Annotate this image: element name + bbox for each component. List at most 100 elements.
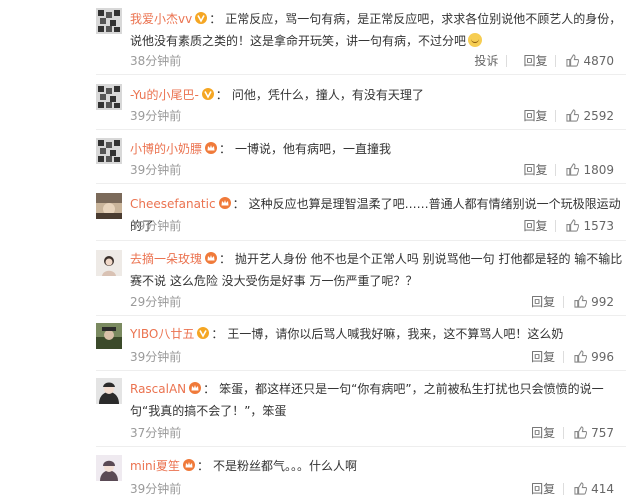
action-divider: [506, 54, 508, 67]
report-button[interactable]: 投诉: [474, 52, 498, 69]
like-count: 1573: [583, 218, 614, 233]
comment-content: mini夏笙：不是粉丝都气。。。什么人啊: [130, 459, 357, 473]
avatar[interactable]: [96, 84, 122, 110]
reply-button[interactable]: 回复: [523, 161, 547, 178]
comment-actions: 回复 757: [515, 424, 614, 441]
like-count: 1809: [583, 162, 614, 177]
vip-v-badge-icon[interactable]: [201, 88, 214, 100]
thumbs-up-icon: [566, 54, 580, 67]
comment-content: RascalAN：笨蛋，都这样还只是一句“你有病吧”，之前被私生打扰也只会愤愤的…: [130, 382, 604, 418]
thumbs-up-icon: [574, 426, 588, 439]
like-count: 996: [591, 349, 614, 364]
comment-content: 去摘一朵玫瑰：抛开艺人身份 他不也是个正常人吗 别说骂他一句 打他都是轻的 输不…: [130, 252, 623, 288]
comment-text: 问他，凭什么，撞人，有没有天理了: [231, 88, 424, 102]
like-button[interactable]: 2592: [566, 109, 614, 123]
like-count: 414: [591, 481, 614, 496]
reply-button[interactable]: 回复: [531, 424, 555, 441]
comment-text: 不是粉丝都气。。。什么人啊: [212, 459, 357, 473]
username[interactable]: -Yu的小尾巴-: [130, 88, 199, 102]
like-count: 757: [591, 425, 614, 440]
username[interactable]: YIBO八廿五: [130, 327, 194, 341]
comment-time: 39分钟前: [130, 163, 182, 177]
username[interactable]: mini夏笙: [130, 459, 180, 473]
thumbs-up-icon: [574, 295, 588, 308]
action-divider: [563, 426, 565, 439]
thumbs-up-icon: [566, 219, 580, 232]
like-button[interactable]: 1573: [566, 219, 614, 233]
comment-text: 一博说，他有病吧，一直撞我: [235, 142, 392, 156]
like-button[interactable]: 992: [574, 295, 614, 309]
username[interactable]: 去摘一朵玫瑰: [130, 252, 202, 266]
comment-content: 小博的小奶膘：一博说，他有病吧，一直撞我: [130, 142, 392, 156]
comment-actions: 回复 1573: [507, 217, 614, 234]
comment-content: YIBO八廿五：王一博，请你以后骂人喊我好嘛，我来，这不算骂人吧！这么奶: [130, 327, 564, 341]
like-count: 4870: [583, 53, 614, 68]
thumbs-up-icon: [574, 482, 588, 495]
like-button[interactable]: 996: [574, 350, 614, 364]
comment-actions: 回复 992: [515, 293, 614, 310]
divider: [96, 74, 626, 75]
avatar[interactable]: [96, 323, 122, 349]
divider: [96, 183, 626, 184]
action-divider: [555, 219, 557, 232]
fan-crown-badge-icon[interactable]: [205, 252, 218, 264]
divider: [96, 315, 626, 316]
comment-actions: 回复 2592: [507, 107, 614, 124]
username[interactable]: 我爱小杰vv: [130, 12, 192, 26]
avatar[interactable]: [96, 138, 122, 164]
reply-button[interactable]: 回复: [531, 480, 555, 497]
vip-v-badge-icon[interactable]: [197, 327, 210, 339]
fan-crown-badge-icon[interactable]: [218, 197, 231, 209]
action-divider: [555, 163, 557, 176]
like-count: 992: [591, 294, 614, 309]
divider: [96, 446, 626, 447]
comment-text: 抛开艺人身份 他不也是个正常人吗 别说骂他一句 打他都是轻的 输不输比赛不说 这…: [130, 252, 623, 288]
comment-content: -Yu的小尾巴-：问他，凭什么，撞人，有没有天理了: [130, 88, 424, 102]
comment-content: 我爱小杰vv：正常反应，骂一句有病，是正常反应吧，求求各位别说他不顾艺人的身份，…: [130, 12, 622, 48]
reply-button[interactable]: 回复: [523, 107, 547, 124]
avatar[interactable]: [96, 193, 122, 219]
comment-text: 王一博，请你以后骂人喊我好嘛，我来，这不算骂人吧！这么奶: [227, 327, 564, 341]
like-button[interactable]: 414: [574, 482, 614, 496]
username[interactable]: RascalAN: [130, 382, 186, 396]
action-divider: [555, 109, 557, 122]
thumbs-up-icon: [574, 350, 588, 363]
avatar[interactable]: [96, 8, 122, 34]
avatar[interactable]: [96, 250, 122, 276]
reply-button[interactable]: 回复: [531, 293, 555, 310]
fan-crown-badge-icon[interactable]: [189, 382, 202, 394]
action-divider: [555, 54, 557, 67]
comment-time: 37分钟前: [130, 426, 182, 440]
divider: [96, 370, 626, 371]
divider: [96, 129, 626, 130]
like-button[interactable]: 1809: [566, 163, 614, 177]
action-divider: [563, 350, 565, 363]
fan-crown-badge-icon[interactable]: [182, 459, 195, 471]
comment-actions: 回复 1809: [507, 161, 614, 178]
vip-v-badge-icon[interactable]: [195, 12, 208, 24]
comment-time: 39分钟前: [130, 482, 182, 496]
comment-actions: 投诉 回复 4870: [458, 52, 614, 69]
comment-time: 29分钟前: [130, 295, 182, 309]
username[interactable]: Cheesefanatic: [130, 197, 216, 211]
reply-button[interactable]: 回复: [523, 217, 547, 234]
username[interactable]: 小博的小奶膘: [130, 142, 202, 156]
comment-actions: 回复 996: [515, 348, 614, 365]
comment-time: 39分钟前: [130, 350, 182, 364]
avatar[interactable]: [96, 378, 122, 404]
like-button[interactable]: 4870: [566, 54, 614, 68]
like-count: 2592: [583, 108, 614, 123]
sad-emoji-icon: [468, 33, 483, 47]
like-button[interactable]: 757: [574, 426, 614, 440]
reply-button[interactable]: 回复: [531, 348, 555, 365]
comment-actions: 回复 414: [515, 480, 614, 497]
avatar[interactable]: [96, 455, 122, 481]
comment-time: 39分钟前: [130, 109, 182, 123]
thumbs-up-icon: [566, 163, 580, 176]
action-divider: [563, 482, 565, 495]
reply-button[interactable]: 回复: [523, 52, 547, 69]
action-divider: [563, 295, 565, 308]
comment-time: 38分钟前: [130, 54, 182, 68]
fan-crown-badge-icon[interactable]: [205, 142, 218, 154]
divider: [96, 240, 626, 241]
